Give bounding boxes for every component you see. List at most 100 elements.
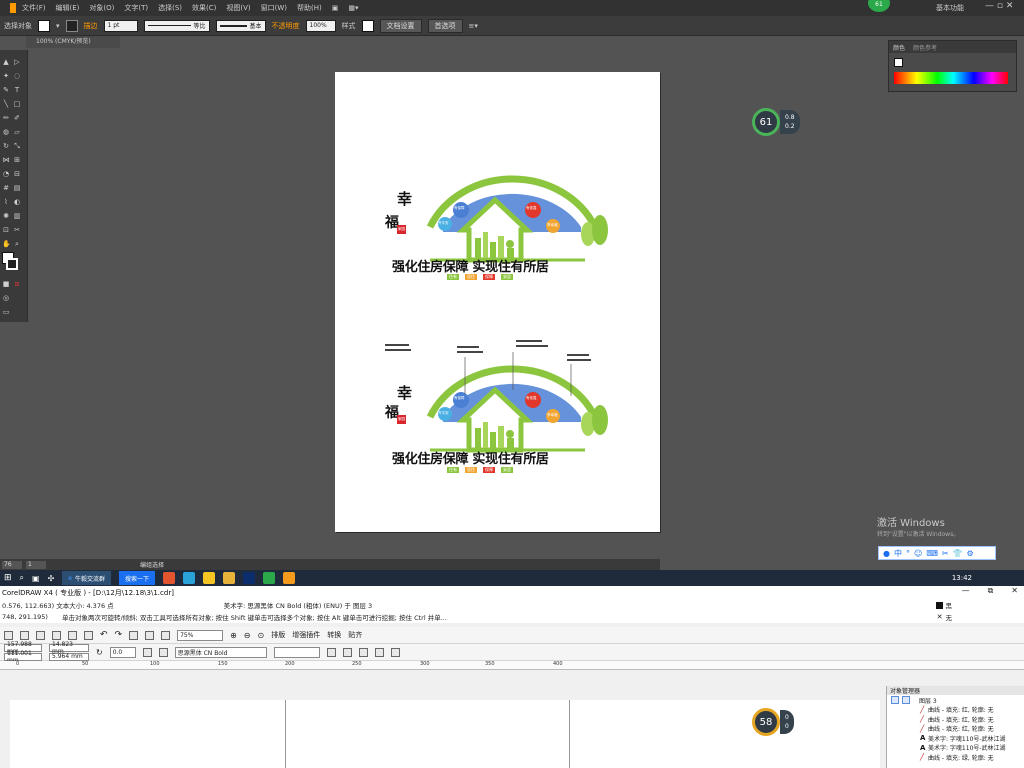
perspective-grid-icon[interactable]: ⊟: [13, 170, 21, 178]
start-icon[interactable]: ⊞: [4, 573, 12, 583]
rotate-tool-icon[interactable]: ↻: [2, 142, 10, 150]
paste-icon[interactable]: [84, 630, 93, 640]
paintbrush-icon[interactable]: ✏: [2, 114, 10, 122]
import-icon[interactable]: [129, 630, 139, 640]
artboard-tool-icon[interactable]: ⊡: [2, 226, 10, 234]
stroke-label[interactable]: 描边: [84, 21, 98, 31]
color-mode-icon[interactable]: ■: [2, 280, 10, 288]
document-setup-button[interactable]: 文档设置: [379, 18, 422, 33]
list-item[interactable]: ╱ 曲线 - 填充: 绿, 轮廓: 无: [887, 753, 1024, 763]
artboard-nav[interactable]: 1: [26, 560, 46, 569]
menu-file[interactable]: 文件(F): [22, 3, 46, 13]
print-icon[interactable]: [161, 630, 171, 640]
pen-tool-icon[interactable]: ✎: [2, 86, 10, 94]
menu-snap[interactable]: 贴齐: [348, 630, 362, 640]
tab-color-guide[interactable]: 颜色参考: [913, 43, 937, 52]
export-icon[interactable]: [145, 630, 155, 640]
artboard[interactable]: 幸 福 家园 有保障 有依靠 齐平安 享幸福 强化住房保障 实现住有所居 住有 …: [335, 72, 660, 532]
line-tool-icon[interactable]: ╲: [2, 100, 10, 108]
bridge-icon[interactable]: ▣: [332, 4, 339, 12]
zoom-out-icon[interactable]: ⊖: [244, 631, 251, 640]
screen-mode-icon[interactable]: ▭: [2, 308, 10, 316]
layer-name[interactable]: 图层 3: [919, 696, 937, 705]
mirror-v-icon[interactable]: [158, 647, 168, 657]
width-tool-icon[interactable]: ⋈: [2, 156, 10, 164]
list-item[interactable]: ╱ 曲线 - 填充: 红, 轮廓: 无: [887, 715, 1024, 725]
zoom-combo[interactable]: 75%: [177, 629, 224, 641]
menu-convert[interactable]: 转换: [327, 630, 341, 640]
menu-effect[interactable]: 效果(C): [192, 3, 216, 13]
dropdown-icon[interactable]: ▾: [56, 22, 60, 30]
edit-across-layers-icon[interactable]: [902, 696, 910, 704]
wechat-icon[interactable]: [263, 572, 276, 584]
gradient-tool-icon[interactable]: ▤: [13, 184, 21, 192]
scale-tool-icon[interactable]: ⤡: [13, 142, 21, 150]
stroke-weight-field[interactable]: 1 pt: [103, 19, 138, 32]
taskbar-clock[interactable]: 13:42: [952, 570, 972, 586]
redo-icon[interactable]: ↷: [115, 630, 123, 640]
restore-icon[interactable]: ⧉: [988, 586, 994, 596]
fan-app-icon[interactable]: ✣: [48, 574, 55, 583]
slice-tool-icon[interactable]: ✂: [13, 226, 21, 234]
draw-mode-icon[interactable]: ◎: [2, 294, 10, 302]
cut-icon[interactable]: [52, 630, 61, 640]
magic-wand-icon[interactable]: ✦: [2, 72, 10, 80]
blob-brush-icon[interactable]: ◍: [2, 128, 10, 136]
tab-color[interactable]: 颜色: [893, 43, 905, 52]
free-transform-icon[interactable]: ⊞: [13, 156, 21, 164]
font-size-combo[interactable]: [273, 646, 320, 658]
text-format-icon[interactable]: [390, 647, 400, 657]
width-field[interactable]: 14.823 mm: [49, 641, 89, 655]
menu-type[interactable]: 文字(T): [124, 3, 148, 13]
pencil-icon[interactable]: ✐: [13, 114, 21, 122]
symbol-sprayer-icon[interactable]: ✺: [2, 212, 10, 220]
list-item[interactable]: ╱ 曲线 - 填充: 红, 轮廓: 无: [887, 724, 1024, 734]
zoom-fit-icon[interactable]: ⊙: [258, 631, 265, 640]
lasso-icon[interactable]: ◌: [13, 72, 21, 80]
y-position-field[interactable]: 111.001 mm: [4, 650, 42, 664]
task-view-icon[interactable]: ▣: [32, 574, 40, 583]
ime-toolbar[interactable]: ● 中 ° ☺ ⌨ ✂ 👕 ⚙: [878, 546, 996, 560]
menu-edit[interactable]: 编辑(E): [56, 3, 80, 13]
mesh-tool-icon[interactable]: #: [2, 184, 10, 192]
height-field[interactable]: 5.964 mm: [49, 652, 89, 661]
show-properties-icon[interactable]: [891, 696, 899, 704]
shape-builder-icon[interactable]: ◔: [2, 170, 10, 178]
list-item[interactable]: A 美术字: 字魂110号-武林江湖: [887, 743, 1024, 753]
rectangle-tool-icon[interactable]: □: [13, 100, 21, 108]
style-swatch[interactable]: [361, 19, 374, 32]
opacity-field[interactable]: 100%: [305, 19, 336, 32]
stroke-swatch[interactable]: [65, 19, 78, 32]
zoom-tool-icon[interactable]: ⌕: [13, 240, 21, 248]
open-icon[interactable]: [20, 630, 29, 640]
blend-tool-icon[interactable]: ◐: [13, 198, 21, 206]
undo-icon[interactable]: ↶: [100, 630, 108, 640]
close-icon[interactable]: ✕: [1011, 586, 1018, 596]
search-icon[interactable]: ⌕: [20, 573, 24, 583]
window-controls[interactable]: — ▫ ✕: [985, 1, 1013, 11]
zoom-in-icon[interactable]: ⊕: [230, 631, 237, 640]
eraser-icon[interactable]: ▱: [13, 128, 21, 136]
mirror-h-icon[interactable]: [142, 647, 152, 657]
fill-swatch[interactable]: [38, 19, 50, 32]
arrange-icon[interactable]: ▦▾: [348, 4, 358, 12]
align-icon[interactable]: [374, 647, 384, 657]
copy-icon[interactable]: [68, 630, 77, 640]
opacity-label[interactable]: 不透明度: [272, 21, 300, 31]
cd-page[interactable]: [285, 700, 570, 768]
save-icon[interactable]: [36, 630, 45, 640]
new-doc-icon[interactable]: [4, 630, 13, 640]
italic-icon[interactable]: [342, 647, 352, 657]
menu-select[interactable]: 选择(S): [158, 3, 182, 13]
taskbar-qq-group[interactable]: e 牛毅交流群: [62, 571, 112, 585]
brush-definition[interactable]: 基本: [215, 19, 266, 32]
color-spectrum[interactable]: [894, 72, 1008, 84]
none-color-icon[interactable]: ⧄: [13, 280, 21, 288]
folder-icon[interactable]: [223, 572, 236, 584]
font-combo[interactable]: 思源黑体 CN Bold: [174, 646, 267, 658]
menu-view[interactable]: 视图(V): [226, 3, 250, 13]
bold-icon[interactable]: [326, 647, 336, 657]
app-icon-blue[interactable]: [183, 572, 196, 584]
selection-tool-icon[interactable]: ▲: [2, 58, 10, 66]
menu-layout[interactable]: 排版: [271, 630, 285, 640]
